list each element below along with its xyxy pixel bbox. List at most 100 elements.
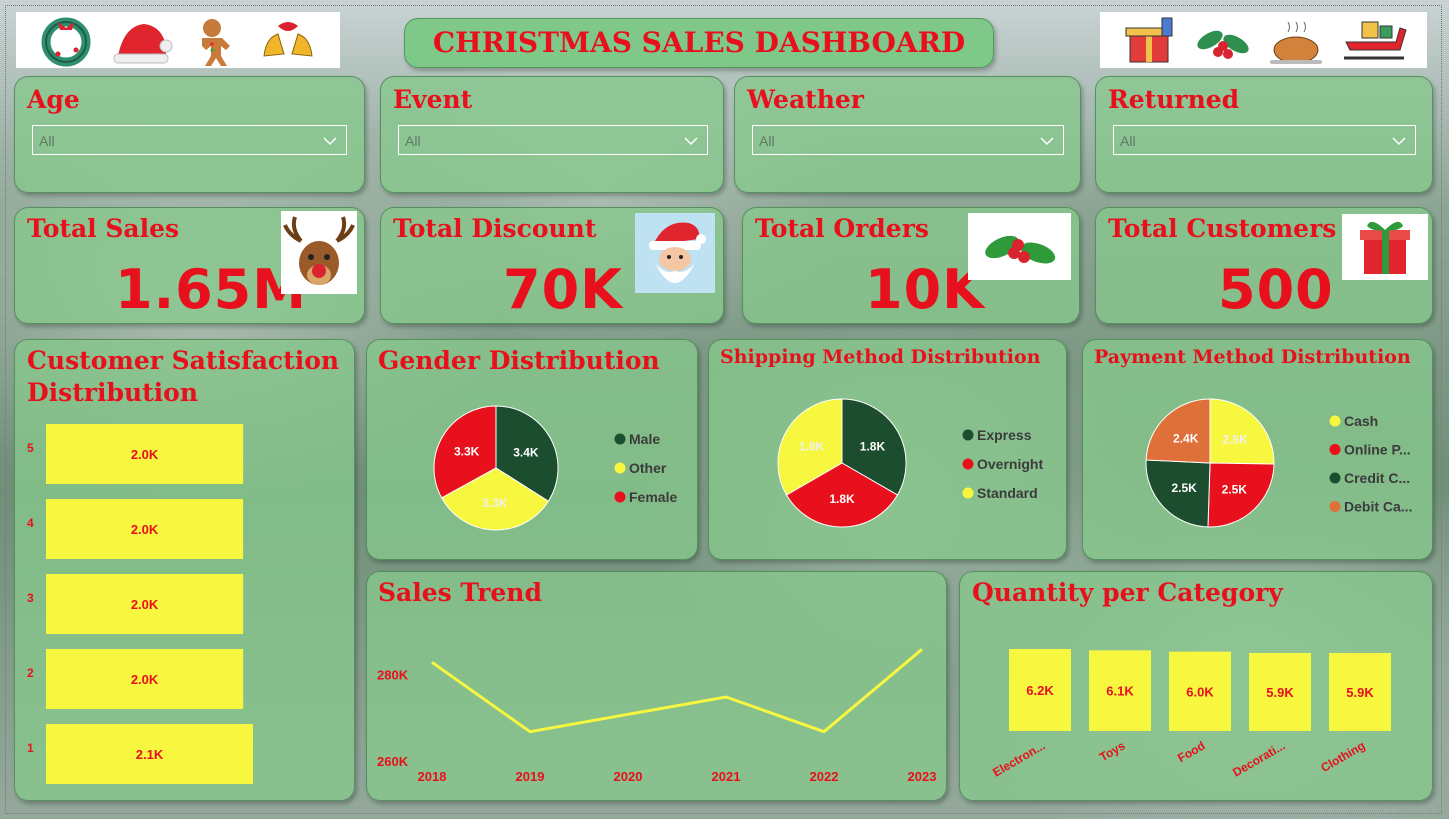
- kpi-card-total-discount: Total Discount 70K: [380, 207, 724, 324]
- filter-card-event: Event All: [380, 76, 724, 193]
- category-tick-label: Toys: [1097, 738, 1128, 764]
- category-bar-label: 5.9K: [1266, 685, 1294, 700]
- satisfaction-bar-label: 2.0K: [131, 597, 159, 612]
- filter-label: Event: [393, 85, 473, 114]
- sales-trend-line-chart: 2018 2019 2020 2021 2022 2023 260K 280K: [377, 648, 937, 784]
- legend-dot: [1329, 415, 1341, 427]
- right-icon-strip: [1100, 12, 1427, 68]
- pie-slice-label: 1.8K: [829, 492, 855, 506]
- legend-dot: [1329, 501, 1341, 512]
- satisfaction-bar-label: 2.0K: [131, 447, 159, 462]
- category-bar-label: 5.9K: [1346, 685, 1374, 700]
- y-tick-label: 260K: [377, 754, 409, 769]
- satisfaction-tick-label: 5: [27, 441, 34, 455]
- left-icon-strip: [16, 12, 340, 68]
- bells-icon: [263, 22, 313, 57]
- satisfaction-bar-label: 2.1K: [136, 747, 164, 762]
- legend-dot: [962, 429, 974, 441]
- pie-slice-label: 1.8K: [860, 439, 886, 453]
- legend-label: Cash: [1344, 413, 1378, 429]
- pie-slice-label: 1.8K: [799, 439, 825, 453]
- legend-dot: [962, 487, 974, 499]
- kpi-card-total-orders: Total Orders 10K: [742, 207, 1080, 324]
- reindeer-icon: [281, 211, 357, 294]
- right-icons: [1125, 17, 1407, 64]
- x-tick-label: 2020: [614, 769, 643, 784]
- roast-turkey-icon: [1270, 21, 1322, 64]
- legend-label: Female: [629, 489, 677, 505]
- x-tick-label: 2018: [418, 769, 447, 784]
- shipping-card: Shipping Method Distribution 1.8K 1.8K 1.8…: [708, 339, 1067, 560]
- satisfaction-bar-chart: 2.0K 5 2.0K 4 2.0K 3 2.0K 2 2.1K 1: [27, 424, 253, 784]
- wreath-icon: [41, 17, 91, 67]
- holly-icon: [968, 213, 1071, 280]
- category-tick-label: Electron...: [990, 738, 1047, 779]
- filter-label: Weather: [747, 85, 864, 114]
- legend-dot: [1329, 444, 1341, 455]
- pie-slice-label: 2.5K: [1222, 432, 1248, 446]
- trend-line: [431, 648, 923, 734]
- legend-label: Credit C...: [1344, 470, 1410, 486]
- legend-dot: [1329, 472, 1341, 484]
- pie-slice-label: 2.5K: [1171, 481, 1197, 495]
- weather-dropdown[interactable]: All: [752, 125, 1064, 155]
- payment-card: Payment Method Distribution 2.5K 2.5K 2.5K…: [1082, 339, 1433, 560]
- x-tick-label: 2023: [908, 769, 937, 784]
- category-bar-label: 6.1K: [1106, 684, 1134, 699]
- kpi-value: 70K: [503, 258, 623, 321]
- kpi-label: Total Orders: [755, 214, 929, 243]
- category-tick-label: Food: [1175, 738, 1207, 765]
- x-tick-label: 2019: [516, 769, 545, 784]
- legend-label: Debit Ca...: [1344, 499, 1412, 515]
- x-tick-label: 2021: [712, 769, 741, 784]
- category-tick-label: Decorati...: [1230, 738, 1287, 779]
- pie-slice-label: 3.4K: [513, 446, 539, 460]
- sales-trend-card: Sales Trend 2018 2019 2020 2021 2022 2023 260K…: [366, 571, 947, 801]
- kpi-card-total-sales: Total Sales 1.65M: [14, 207, 365, 324]
- satisfaction-tick-label: 4: [27, 516, 34, 530]
- legend-label: Express: [977, 427, 1032, 443]
- satisfaction-tick-label: 1: [27, 741, 34, 755]
- category-bar-label: 6.2K: [1026, 683, 1054, 698]
- kpi-card-total-customers: Total Customers 500: [1095, 207, 1433, 324]
- satisfaction-tick-label: 3: [27, 591, 34, 605]
- filter-card-age: Age All: [14, 76, 365, 193]
- dropdown-value: All: [1120, 133, 1136, 149]
- gender-pie-chart: 3.4K 3.3K 3.3K Male Other Female: [433, 405, 677, 531]
- holly-icon: [1197, 30, 1249, 59]
- left-icons: [41, 17, 313, 67]
- pie-slice-label: 3.3K: [482, 496, 508, 510]
- legend-dot: [614, 433, 626, 445]
- filter-label: Returned: [1108, 85, 1240, 114]
- pie-slice-label: 2.5K: [1222, 482, 1248, 496]
- y-tick-label: 280K: [377, 667, 409, 682]
- satisfaction-bar-label: 2.0K: [131, 672, 159, 687]
- dropdown-value: All: [759, 133, 775, 149]
- filter-card-returned: Returned All: [1095, 76, 1433, 193]
- x-tick-label: 2022: [810, 769, 839, 784]
- chevron-down-icon: [322, 126, 338, 166]
- kpi-label: Total Sales: [27, 214, 180, 243]
- dropdown-value: All: [405, 133, 421, 149]
- event-dropdown[interactable]: All: [398, 125, 708, 155]
- chevron-down-icon: [1039, 126, 1055, 166]
- legend-label: Standard: [977, 485, 1038, 501]
- filter-label: Age: [27, 85, 80, 114]
- satisfaction-tick-label: 2: [27, 666, 34, 680]
- payment-pie-chart: 2.5K 2.5K 2.5K 2.4K Cash Online P... Credit C.…: [1145, 398, 1412, 528]
- kpi-value: 10K: [865, 258, 985, 321]
- returned-dropdown[interactable]: All: [1113, 125, 1416, 155]
- kpi-label: Total Customers: [1108, 214, 1337, 243]
- santa-icon: [635, 213, 715, 293]
- filter-card-weather: Weather All: [734, 76, 1081, 193]
- category-bar-label: 6.0K: [1186, 684, 1214, 699]
- kpi-value: 1.65M: [115, 258, 307, 321]
- category-bar-chart: 6.2K Electron... 6.1K Toys 6.0K Food 5.9K Decor…: [990, 649, 1391, 780]
- shipping-pie-chart: 1.8K 1.8K 1.8K Express Overnight Standard: [777, 398, 1043, 528]
- age-dropdown[interactable]: All: [32, 125, 347, 155]
- legend-label: Male: [629, 431, 660, 447]
- category-tick-label: Clothing: [1318, 738, 1367, 774]
- gift-icon: [1342, 214, 1428, 280]
- legend-label: Online P...: [1344, 442, 1411, 458]
- pie-slice-label: 3.3K: [454, 445, 480, 459]
